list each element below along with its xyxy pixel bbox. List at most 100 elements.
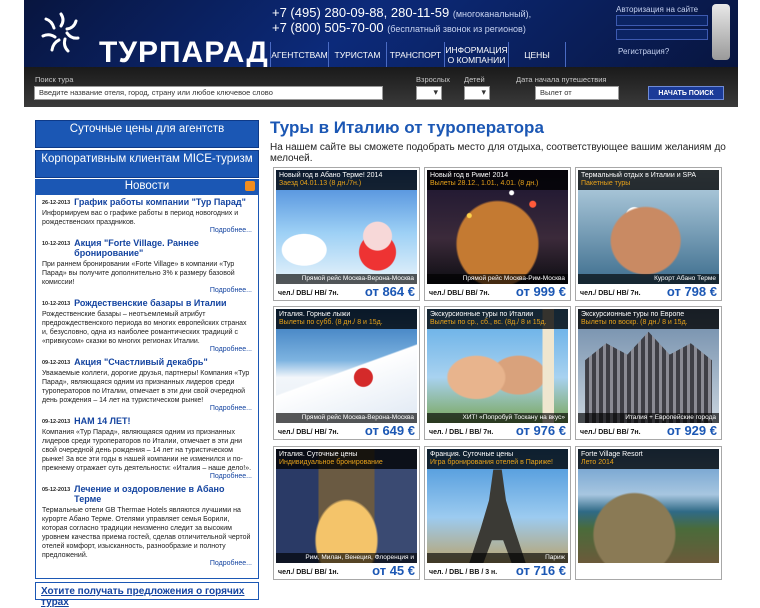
tour-card[interactable]: Италия. Суточные цены Индивидуальное брон… <box>273 446 420 580</box>
more-link[interactable]: Подробнее... <box>42 473 252 480</box>
more-link[interactable]: Подробнее... <box>42 405 252 412</box>
nav-transport[interactable]: ТРАНСПОРТ <box>386 42 444 67</box>
tour-card[interactable]: Италия. Горные лыжи Вылеты по субб. (8 дн… <box>273 306 420 440</box>
news-date: 09-12-2013 <box>42 419 71 425</box>
card-route: Париж <box>427 553 568 563</box>
more-link[interactable]: Подробнее... <box>42 227 252 234</box>
phone-1-note: (многоканальный), <box>452 9 532 19</box>
news-date: 05-12-2013 <box>42 487 71 493</box>
agency-prices-button[interactable]: Суточные цены для агентств <box>35 120 259 148</box>
adults-label: Взрослых <box>416 75 451 84</box>
tour-photo: Новый год в Риме! 2014 Вылеты 28.12., 1.0… <box>427 170 568 284</box>
more-link[interactable]: Подробнее... <box>42 287 252 294</box>
card-subtitle: Вылеты по воскр. (8 дн./ 8 и 15д. <box>581 319 688 326</box>
search-button[interactable]: НАЧАТЬ ПОИСК <box>648 86 724 100</box>
news-date: 09-12-2013 <box>42 360 71 366</box>
date-input[interactable]: Вылет от <box>535 86 619 100</box>
card-subtitle: Вылеты 28.12., 1.01., 4.01. (8 дн.) <box>430 180 539 187</box>
card-title: Экскурсионные туры по Италии <box>430 311 534 318</box>
list-item: 09-12-2013 НАМ 14 ЛЕТ! Компания «Тур Пара… <box>42 416 252 480</box>
news-title-link[interactable]: График работы компании "Тур Парад" <box>74 197 246 207</box>
news-text: Термальные отели GB Thermae Hotels являю… <box>42 507 251 559</box>
tour-card[interactable]: Экскурсионные туры по Италии Вылеты по ср… <box>424 306 571 440</box>
phone-block: +7 (495) 280-09-88, 280-11-59 (многокана… <box>272 6 531 36</box>
tour-card[interactable]: Новый год в Абано Терме! 2014 Заезд 04.01… <box>273 167 420 301</box>
news-title-link[interactable]: Лечение и оздоровление в Абано Терме <box>74 484 252 504</box>
card-title: Экскурсионные туры по Европе <box>581 311 685 318</box>
remote-control-icon <box>712 4 730 60</box>
card-price[interactable]: от 976 € <box>516 423 566 438</box>
card-subtitle: Заезд 04.01.13 (8 дн./7н.) <box>279 180 362 187</box>
tour-photo: Франция. Суточные цены Игра бронирования … <box>427 449 568 563</box>
login-field[interactable] <box>616 15 708 26</box>
card-title: Италия. Суточные цены <box>279 451 358 458</box>
password-field[interactable] <box>616 29 708 40</box>
card-route: Италия + Европейские города <box>578 413 719 423</box>
page-title: Туры в Италию от туроператора <box>270 118 544 137</box>
news-title-link[interactable]: Акция "Forte Village. Раннее бронировани… <box>74 238 252 258</box>
register-link[interactable]: Регистрация? <box>618 47 669 56</box>
card-title: Термальный отдых в Италии и SPA <box>581 172 697 179</box>
card-subtitle: Вылеты по ср., сб., вс. (8д./ 8 и 15д. <box>430 319 547 326</box>
card-route: Прямой рейс Москва-Верона-Москва <box>276 413 417 423</box>
card-subtitle: Лето 2014 <box>581 459 614 466</box>
card-subtitle: Индивидуальное бронирование <box>279 459 383 466</box>
corporate-clients-button[interactable]: Корпоративным клиентам MICE-туризм <box>35 150 259 178</box>
card-price[interactable]: от 999 € <box>516 284 566 299</box>
card-room-type: чел./ DBL/ BB/ 7н. <box>580 429 641 436</box>
card-subtitle: Игра бронирования отелей в Париже! <box>430 459 553 466</box>
card-price[interactable]: от 929 € <box>667 423 717 438</box>
tour-photo: Термальный отдых в Италии и SPA Пакетные … <box>578 170 719 284</box>
date-label: Дата начала путешествия <box>516 75 607 84</box>
tour-card[interactable]: Экскурсионные туры по Европе Вылеты по во… <box>575 306 722 440</box>
tour-card[interactable]: Франция. Суточные цены Игра бронирования … <box>424 446 571 580</box>
list-item: 05-12-2013 Лечение и оздоровление в Абано… <box>42 484 252 567</box>
children-select[interactable] <box>464 86 490 100</box>
news-title-link[interactable]: НАМ 14 ЛЕТ! <box>74 416 130 426</box>
news-date: 26-12-2013 <box>42 200 71 206</box>
card-room-type: чел./ DBL/ BB/ 7н. <box>429 290 490 297</box>
rss-icon[interactable] <box>245 181 255 191</box>
tour-photo: Новый год в Абано Терме! 2014 Заезд 04.01… <box>276 170 417 284</box>
news-list: 26-12-2013 График работы компании "Тур Па… <box>35 194 259 579</box>
tour-photo: Экскурсионные туры по Италии Вылеты по ср… <box>427 309 568 423</box>
nav-tourists[interactable]: ТУРИСТАМ <box>328 42 386 67</box>
card-route: Прямой рейс Москва-Верона-Москва <box>276 274 417 284</box>
card-title: Новый год в Риме! 2014 <box>430 172 509 179</box>
card-price[interactable]: от 798 € <box>667 284 717 299</box>
children-label: Детей <box>464 75 485 84</box>
tour-card[interactable]: Forte Village Resort Лето 2014 <box>575 446 722 580</box>
nav-prices[interactable]: ЦЕНЫ <box>508 42 566 67</box>
news-title-link[interactable]: Рождественские базары в Италии <box>74 298 226 308</box>
more-link[interactable]: Подробнее... <box>42 560 252 567</box>
tour-card[interactable]: Новый год в Риме! 2014 Вылеты 28.12., 1.0… <box>424 167 571 301</box>
card-price[interactable]: от 649 € <box>365 423 415 438</box>
tour-search-input[interactable]: Введите название отеля, город, страну ил… <box>34 86 383 100</box>
more-link[interactable]: Подробнее... <box>42 346 252 353</box>
card-price[interactable]: от 45 € <box>372 563 415 578</box>
news-title-link[interactable]: Акция "Счастливый декабрь" <box>74 357 208 367</box>
logo-icon[interactable] <box>32 4 90 62</box>
logo-text[interactable]: ТУРПАРАД <box>99 36 269 67</box>
card-price[interactable]: от 716 € <box>516 563 566 578</box>
news-text: Информируем вас о графике работы в перио… <box>42 210 239 226</box>
card-route: Прямой рейс Москва-Рим-Москва <box>427 274 568 284</box>
hot-tours-link[interactable]: Хотите получать предложения о горячих ту… <box>35 582 259 608</box>
tour-card[interactable]: Термальный отдых в Италии и SPA Пакетные … <box>575 167 722 301</box>
news-date: 10-12-2013 <box>42 301 71 307</box>
card-room-type: чел./ DBL/ HB/ 7н. <box>278 429 339 436</box>
list-item: 26-12-2013 График работы компании "Тур Па… <box>42 197 252 234</box>
card-room-type: чел./ DBL/ HB/ 7н. <box>580 290 641 297</box>
page-subtitle: На нашем сайте вы сможете подобрать мест… <box>270 142 726 164</box>
list-item: 10-12-2013 Рождественские базары в Италии… <box>42 298 252 353</box>
site-header: ТУРПАРАД +7 (495) 280-09-88, 280-11-59 (… <box>24 0 738 67</box>
list-item: 09-12-2013 Акция "Счастливый декабрь" Ува… <box>42 357 252 412</box>
card-title: Новый год в Абано Терме! 2014 <box>279 172 383 179</box>
main-nav: АГЕНТСТВАМ ТУРИСТАМ ТРАНСПОРТ ИНФОРМАЦИЯ… <box>270 42 566 67</box>
nav-company-info[interactable]: ИНФОРМАЦИЯ О КОМПАНИИ <box>444 42 508 67</box>
nav-agencies[interactable]: АГЕНТСТВАМ <box>270 42 328 67</box>
adults-select[interactable] <box>416 86 442 100</box>
card-route: ХИТ! «Попробуй Тоскану на вкус» <box>427 413 568 423</box>
card-price[interactable]: от 864 € <box>365 284 415 299</box>
news-text: Рождественские базары – неотъемлемый атр… <box>42 311 247 345</box>
